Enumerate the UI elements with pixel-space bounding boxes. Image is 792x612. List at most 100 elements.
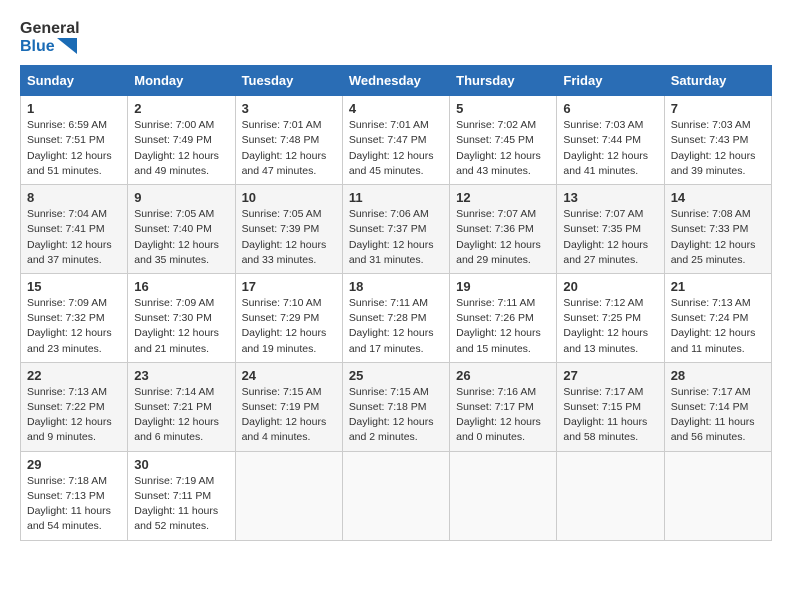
- day-cell: 9 Sunrise: 7:05 AM Sunset: 7:40 PM Daylig…: [128, 185, 235, 274]
- day-number: 12: [456, 190, 550, 205]
- day-cell: 25Sunrise: 7:15 AM Sunset: 7:18 PM Dayli…: [342, 362, 449, 451]
- day-cell: 11 Sunrise: 7:06 AM Sunset: 7:37 PM Dayli…: [342, 185, 449, 274]
- day-info: Sunrise: 7:03 AM Sunset: 7:44 PM Dayligh…: [563, 118, 657, 179]
- day-number: 9: [134, 190, 228, 205]
- day-number: 26: [456, 368, 550, 383]
- day-number: 19: [456, 279, 550, 294]
- day-info: Sunrise: 7:01 AM Sunset: 7:48 PM Dayligh…: [242, 118, 336, 179]
- day-number: 5: [456, 101, 550, 116]
- day-cell: 3Sunrise: 7:01 AM Sunset: 7:48 PM Daylig…: [235, 96, 342, 185]
- day-number: 6: [563, 101, 657, 116]
- day-info: Sunrise: 7:07 AM Sunset: 7:35 PM Dayligh…: [563, 207, 657, 268]
- logo-general: General: [20, 20, 80, 38]
- week-row-5: 29 Sunrise: 7:18 AM Sunset: 7:13 PM Dayli…: [21, 451, 772, 540]
- day-cell: 24Sunrise: 7:15 AM Sunset: 7:19 PM Dayli…: [235, 362, 342, 451]
- day-info: Sunrise: 7:13 AM Sunset: 7:22 PM Dayligh…: [27, 385, 121, 446]
- day-number: 13: [563, 190, 657, 205]
- day-info: Sunrise: 7:15 AM Sunset: 7:19 PM Dayligh…: [242, 385, 336, 446]
- day-info: Sunrise: 7:03 AM Sunset: 7:43 PM Dayligh…: [671, 118, 765, 179]
- day-number: 29: [27, 457, 121, 472]
- day-info: Sunrise: 7:12 AM Sunset: 7:25 PM Dayligh…: [563, 296, 657, 357]
- day-number: 21: [671, 279, 765, 294]
- day-cell: 22 Sunrise: 7:13 AM Sunset: 7:22 PM Dayli…: [21, 362, 128, 451]
- day-cell: 21 Sunrise: 7:13 AM Sunset: 7:24 PM Dayli…: [664, 273, 771, 362]
- day-cell: 5 Sunrise: 7:02 AM Sunset: 7:45 PM Daylig…: [450, 96, 557, 185]
- week-row-4: 22 Sunrise: 7:13 AM Sunset: 7:22 PM Dayli…: [21, 362, 772, 451]
- col-header-monday: Monday: [128, 66, 235, 96]
- day-info: Sunrise: 7:16 AM Sunset: 7:17 PM Dayligh…: [456, 385, 550, 446]
- day-number: 11: [349, 190, 443, 205]
- week-row-1: 1Sunrise: 6:59 AM Sunset: 7:51 PM Daylig…: [21, 96, 772, 185]
- day-number: 15: [27, 279, 121, 294]
- day-number: 27: [563, 368, 657, 383]
- day-info: Sunrise: 7:09 AM Sunset: 7:32 PM Dayligh…: [27, 296, 121, 357]
- day-number: 4: [349, 101, 443, 116]
- day-number: 22: [27, 368, 121, 383]
- day-cell: 1Sunrise: 6:59 AM Sunset: 7:51 PM Daylig…: [21, 96, 128, 185]
- day-cell: 27 Sunrise: 7:17 AM Sunset: 7:15 PM Dayli…: [557, 362, 664, 451]
- day-cell: [342, 451, 449, 540]
- day-info: Sunrise: 7:01 AM Sunset: 7:47 PM Dayligh…: [349, 118, 443, 179]
- day-cell: 10 Sunrise: 7:05 AM Sunset: 7:39 PM Dayli…: [235, 185, 342, 274]
- calendar-table: SundayMondayTuesdayWednesdayThursdayFrid…: [20, 65, 772, 540]
- day-number: 23: [134, 368, 228, 383]
- day-cell: 18 Sunrise: 7:11 AM Sunset: 7:28 PM Dayli…: [342, 273, 449, 362]
- logo: General Blue: [20, 20, 80, 55]
- day-info: Sunrise: 7:14 AM Sunset: 7:21 PM Dayligh…: [134, 385, 228, 446]
- day-cell: 13 Sunrise: 7:07 AM Sunset: 7:35 PM Dayli…: [557, 185, 664, 274]
- week-row-2: 8 Sunrise: 7:04 AM Sunset: 7:41 PM Daylig…: [21, 185, 772, 274]
- day-info: Sunrise: 7:00 AM Sunset: 7:49 PM Dayligh…: [134, 118, 228, 179]
- day-info: Sunrise: 7:10 AM Sunset: 7:29 PM Dayligh…: [242, 296, 336, 357]
- day-number: 20: [563, 279, 657, 294]
- day-number: 10: [242, 190, 336, 205]
- day-number: 16: [134, 279, 228, 294]
- day-cell: 23 Sunrise: 7:14 AM Sunset: 7:21 PM Dayli…: [128, 362, 235, 451]
- logo-flag-icon: [57, 38, 77, 54]
- day-cell: 16Sunrise: 7:09 AM Sunset: 7:30 PM Dayli…: [128, 273, 235, 362]
- day-number: 14: [671, 190, 765, 205]
- day-info: Sunrise: 7:08 AM Sunset: 7:33 PM Dayligh…: [671, 207, 765, 268]
- day-number: 8: [27, 190, 121, 205]
- day-number: 18: [349, 279, 443, 294]
- col-header-sunday: Sunday: [21, 66, 128, 96]
- day-number: 25: [349, 368, 443, 383]
- day-info: Sunrise: 7:06 AM Sunset: 7:37 PM Dayligh…: [349, 207, 443, 268]
- day-cell: 14 Sunrise: 7:08 AM Sunset: 7:33 PM Dayli…: [664, 185, 771, 274]
- day-info: Sunrise: 7:11 AM Sunset: 7:26 PM Dayligh…: [456, 296, 550, 357]
- day-info: Sunrise: 7:07 AM Sunset: 7:36 PM Dayligh…: [456, 207, 550, 268]
- day-info: Sunrise: 7:19 AM Sunset: 7:11 PM Dayligh…: [134, 474, 228, 535]
- day-number: 17: [242, 279, 336, 294]
- day-number: 30: [134, 457, 228, 472]
- day-cell: 15 Sunrise: 7:09 AM Sunset: 7:32 PM Dayli…: [21, 273, 128, 362]
- day-cell: 20 Sunrise: 7:12 AM Sunset: 7:25 PM Dayli…: [557, 273, 664, 362]
- day-info: Sunrise: 7:13 AM Sunset: 7:24 PM Dayligh…: [671, 296, 765, 357]
- col-header-wednesday: Wednesday: [342, 66, 449, 96]
- day-cell: 2Sunrise: 7:00 AM Sunset: 7:49 PM Daylig…: [128, 96, 235, 185]
- day-info: Sunrise: 7:17 AM Sunset: 7:15 PM Dayligh…: [563, 385, 657, 446]
- day-info: Sunrise: 7:18 AM Sunset: 7:13 PM Dayligh…: [27, 474, 121, 535]
- day-info: Sunrise: 7:11 AM Sunset: 7:28 PM Dayligh…: [349, 296, 443, 357]
- col-header-thursday: Thursday: [450, 66, 557, 96]
- day-info: Sunrise: 7:17 AM Sunset: 7:14 PM Dayligh…: [671, 385, 765, 446]
- day-info: Sunrise: 6:59 AM Sunset: 7:51 PM Dayligh…: [27, 118, 121, 179]
- day-cell: [557, 451, 664, 540]
- week-row-3: 15 Sunrise: 7:09 AM Sunset: 7:32 PM Dayli…: [21, 273, 772, 362]
- col-header-tuesday: Tuesday: [235, 66, 342, 96]
- day-cell: 26 Sunrise: 7:16 AM Sunset: 7:17 PM Dayli…: [450, 362, 557, 451]
- day-info: Sunrise: 7:02 AM Sunset: 7:45 PM Dayligh…: [456, 118, 550, 179]
- day-cell: 17 Sunrise: 7:10 AM Sunset: 7:29 PM Dayli…: [235, 273, 342, 362]
- header-row: SundayMondayTuesdayWednesdayThursdayFrid…: [21, 66, 772, 96]
- day-cell: 19 Sunrise: 7:11 AM Sunset: 7:26 PM Dayli…: [450, 273, 557, 362]
- day-cell: 30 Sunrise: 7:19 AM Sunset: 7:11 PM Dayli…: [128, 451, 235, 540]
- day-info: Sunrise: 7:05 AM Sunset: 7:39 PM Dayligh…: [242, 207, 336, 268]
- day-info: Sunrise: 7:04 AM Sunset: 7:41 PM Dayligh…: [27, 207, 121, 268]
- page-header: General Blue: [20, 20, 772, 55]
- day-cell: 28Sunrise: 7:17 AM Sunset: 7:14 PM Dayli…: [664, 362, 771, 451]
- col-header-saturday: Saturday: [664, 66, 771, 96]
- logo-blue: Blue: [20, 38, 80, 56]
- day-cell: 6 Sunrise: 7:03 AM Sunset: 7:44 PM Daylig…: [557, 96, 664, 185]
- day-cell: 7Sunrise: 7:03 AM Sunset: 7:43 PM Daylig…: [664, 96, 771, 185]
- day-cell: 4 Sunrise: 7:01 AM Sunset: 7:47 PM Daylig…: [342, 96, 449, 185]
- day-cell: [664, 451, 771, 540]
- day-info: Sunrise: 7:05 AM Sunset: 7:40 PM Dayligh…: [134, 207, 228, 268]
